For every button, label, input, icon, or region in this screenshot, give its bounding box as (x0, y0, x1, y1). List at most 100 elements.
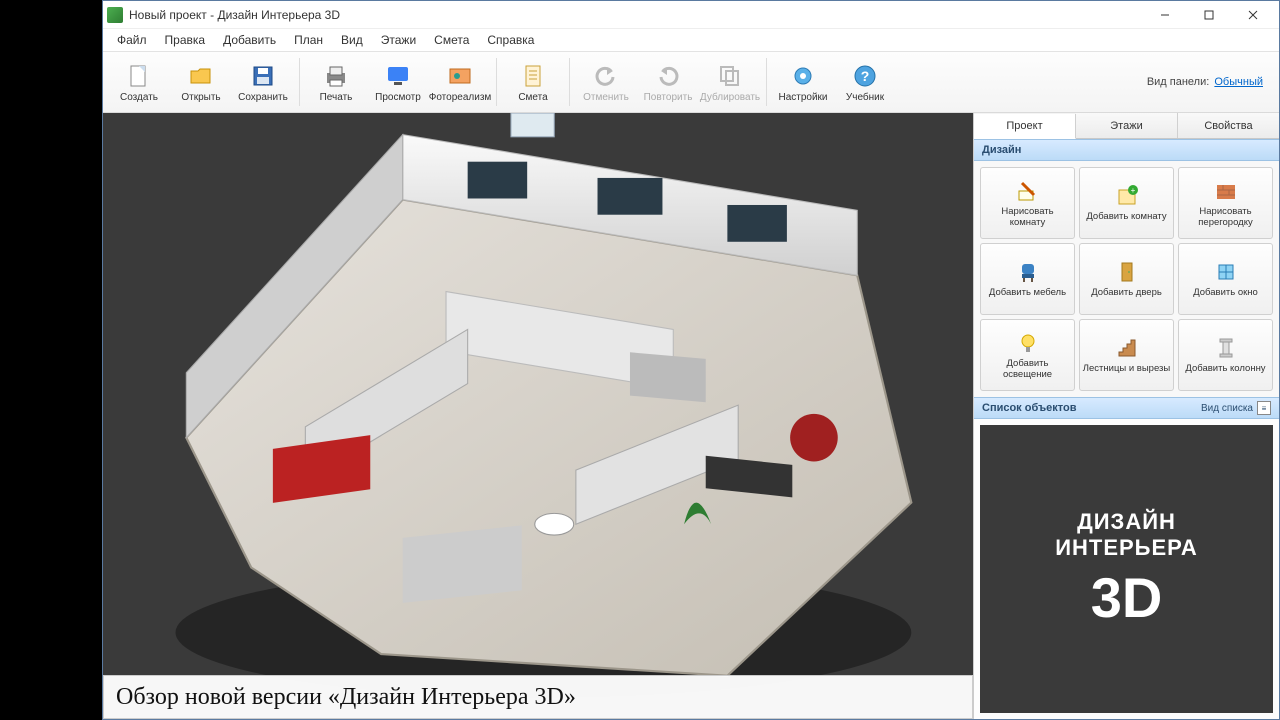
create-label: Создать (120, 92, 158, 103)
menu-edit[interactable]: Правка (157, 31, 214, 49)
photoreal-icon (446, 62, 474, 90)
tab-project[interactable]: Проект (974, 114, 1076, 139)
objects-section-header: Список объектов Вид списка ≡ (974, 397, 1279, 419)
promo-line1: ДИЗАЙН (1077, 509, 1176, 535)
print-button[interactable]: Печать (306, 54, 366, 110)
list-view-label: Вид списка (1201, 403, 1253, 414)
svg-text:?: ? (861, 68, 870, 84)
label: Лестницы и вырезы (1083, 364, 1170, 374)
printer-icon (322, 62, 350, 90)
add-column-button[interactable]: Добавить колонну (1178, 319, 1273, 391)
promo-line2: ИНТЕРЬЕРА (1055, 535, 1198, 561)
label: Нарисовать комнату (983, 207, 1072, 228)
toolbar-separator (766, 58, 767, 106)
estimate-label: Смета (518, 92, 547, 103)
video-caption: Обзор новой версии «Дизайн Интерьера 3D» (103, 675, 973, 719)
tab-floors[interactable]: Этажи (1076, 113, 1178, 138)
menu-file[interactable]: Файл (109, 31, 155, 49)
label: Добавить колонну (1185, 364, 1265, 374)
duplicate-icon (716, 62, 744, 90)
help-button[interactable]: ? Учебник (835, 54, 895, 110)
redo-icon (654, 62, 682, 90)
letterbox-left (0, 0, 102, 720)
brick-wall-icon (1213, 178, 1239, 204)
close-button[interactable] (1231, 1, 1275, 29)
redo-button[interactable]: Повторить (638, 54, 698, 110)
estimate-icon (519, 62, 547, 90)
settings-button[interactable]: Настройки (773, 54, 833, 110)
folder-open-icon (187, 62, 215, 90)
caption-text: Обзор новой версии «Дизайн Интерьера 3D» (116, 684, 576, 711)
photoreal-button[interactable]: Фотореализм (430, 54, 490, 110)
settings-label: Настройки (778, 92, 827, 103)
minimize-icon (1160, 10, 1170, 20)
save-label: Сохранить (238, 92, 288, 103)
window-icon (1213, 259, 1239, 285)
close-icon (1248, 10, 1258, 20)
column-icon (1213, 335, 1239, 361)
undo-button[interactable]: Отменить (576, 54, 636, 110)
label: Добавить комнату (1086, 212, 1166, 222)
add-room-button[interactable]: + Добавить комнату (1079, 167, 1174, 239)
draw-wall-button[interactable]: Нарисовать перегородку (1178, 167, 1273, 239)
draw-room-button[interactable]: Нарисовать комнату (980, 167, 1075, 239)
menu-plan[interactable]: План (286, 31, 331, 49)
panel-mode-link[interactable]: Обычный (1214, 76, 1263, 88)
menu-view[interactable]: Вид (333, 31, 371, 49)
undo-label: Отменить (583, 92, 629, 103)
window-title: Новый проект - Дизайн Интерьера 3D (129, 8, 1143, 22)
label: Нарисовать перегородку (1181, 207, 1270, 228)
print-label: Печать (320, 92, 353, 103)
preview-button[interactable]: Просмотр (368, 54, 428, 110)
label: Добавить дверь (1091, 288, 1162, 298)
toolbar-separator (496, 58, 497, 106)
tab-properties[interactable]: Свойства (1178, 113, 1279, 138)
label: Добавить мебель (989, 288, 1066, 298)
open-button[interactable]: Открыть (171, 54, 231, 110)
monitor-icon (384, 62, 412, 90)
new-file-icon (125, 62, 153, 90)
right-tabs: Проект Этажи Свойства (974, 113, 1279, 139)
menu-help[interactable]: Справка (479, 31, 542, 49)
stairs-button[interactable]: Лестницы и вырезы (1079, 319, 1174, 391)
add-room-icon: + (1114, 183, 1140, 209)
label: Добавить освещение (983, 359, 1072, 380)
add-window-button[interactable]: Добавить окно (1178, 243, 1273, 315)
design-section-header: Дизайн (974, 139, 1279, 161)
create-button[interactable]: Создать (109, 54, 169, 110)
svg-text:+: + (1130, 186, 1135, 195)
estimate-button[interactable]: Смета (503, 54, 563, 110)
menu-estimate[interactable]: Смета (426, 31, 477, 49)
promo-line3: 3D (1091, 565, 1163, 630)
lightbulb-icon (1015, 330, 1041, 356)
undo-icon (592, 62, 620, 90)
label: Добавить окно (1193, 288, 1258, 298)
panel-mode-label: Вид панели: (1147, 76, 1209, 88)
gear-icon (789, 62, 817, 90)
toolbar: Создать Открыть Сохранить Печать Просмот… (103, 51, 1279, 113)
list-view-icon-button[interactable]: ≡ (1257, 401, 1271, 415)
window-controls (1143, 1, 1275, 29)
save-button[interactable]: Сохранить (233, 54, 293, 110)
titlebar: Новый проект - Дизайн Интерьера 3D (103, 1, 1279, 29)
preview-label: Просмотр (375, 92, 421, 103)
duplicate-button[interactable]: Дублировать (700, 54, 760, 110)
add-door-button[interactable]: Добавить дверь (1079, 243, 1174, 315)
promo-banner: ДИЗАЙН ИНТЕРЬЕРА 3D (980, 425, 1273, 713)
menubar: Файл Правка Добавить План Вид Этажи Смет… (103, 29, 1279, 51)
list-view-options: Вид списка ≡ (1201, 401, 1271, 415)
stairs-icon (1114, 335, 1140, 361)
maximize-icon (1204, 10, 1214, 20)
minimize-button[interactable] (1143, 1, 1187, 29)
toolbar-separator (299, 58, 300, 106)
viewport-3d[interactable]: Обзор новой версии «Дизайн Интерьера 3D» (103, 113, 973, 719)
door-icon (1114, 259, 1140, 285)
maximize-button[interactable] (1187, 1, 1231, 29)
app-window: Новый проект - Дизайн Интерьера 3D Файл … (102, 0, 1280, 720)
duplicate-label: Дублировать (700, 92, 760, 103)
menu-floors[interactable]: Этажи (373, 31, 424, 49)
add-light-button[interactable]: Добавить освещение (980, 319, 1075, 391)
help-icon: ? (851, 62, 879, 90)
menu-add[interactable]: Добавить (215, 31, 284, 49)
add-furniture-button[interactable]: Добавить мебель (980, 243, 1075, 315)
